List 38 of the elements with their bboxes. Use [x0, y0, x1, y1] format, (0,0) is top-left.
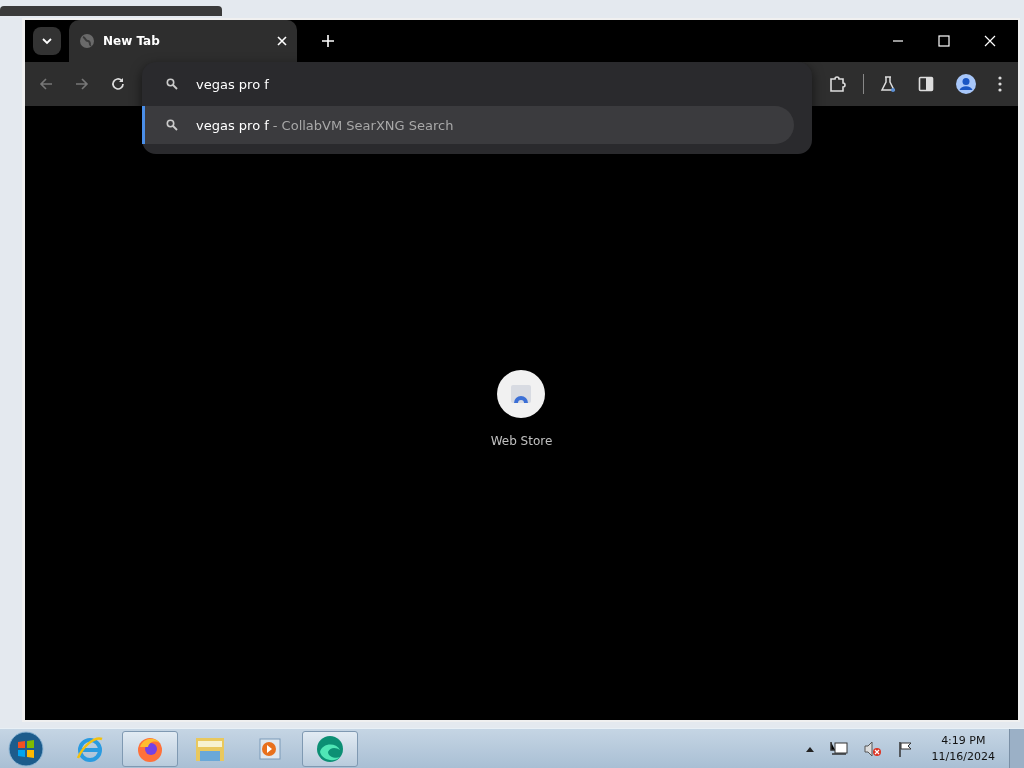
browser-tab[interactable]: New Tab: [69, 20, 297, 62]
speaker-muted-icon[interactable]: [863, 740, 882, 757]
extensions-icon[interactable]: [829, 76, 847, 92]
taskbar-button[interactable]: [122, 730, 178, 767]
store-icon: [510, 383, 533, 405]
menu-icon[interactable]: [998, 76, 1002, 92]
show-hidden-icons-arrow[interactable]: [805, 745, 814, 752]
suggestion-source: - CollabVM SearXNG Search: [272, 117, 454, 133]
show-desktop-button[interactable]: [1009, 728, 1024, 768]
shortcut-label: Web Store: [490, 434, 553, 448]
clock-time: 4:19 PM: [941, 732, 986, 749]
new-tab-icon[interactable]: [322, 35, 334, 47]
wave-circle-icon: [315, 733, 345, 764]
reload-icon[interactable]: [111, 77, 125, 91]
tab-search-button[interactable]: [33, 27, 61, 55]
forward-arrow-icon[interactable]: [75, 77, 89, 91]
web-store-shortcut[interactable]: [497, 370, 546, 418]
maximize-icon[interactable]: [938, 35, 950, 47]
suggestion-item[interactable]: vegas pro f - CollabVM SearXNG Search: [142, 106, 794, 144]
back-arrow-icon[interactable]: [39, 77, 53, 91]
clock[interactable]: 4:19 PM 11/16/2024: [931, 732, 995, 765]
close-tab-icon[interactable]: [277, 36, 287, 46]
close-icon[interactable]: [984, 35, 996, 47]
search-icon: [166, 78, 178, 90]
media-player-icon: [258, 736, 282, 761]
network-icon[interactable]: [829, 740, 848, 757]
profile-avatar-icon[interactable]: [956, 74, 976, 94]
taskbar-button[interactable]: [302, 730, 358, 767]
search-icon: [166, 119, 178, 131]
chevron-down-icon: [41, 35, 53, 47]
flask-icon[interactable]: [880, 76, 896, 92]
clock-date: 11/16/2024: [931, 748, 995, 765]
suggestion-query: vegas pro f: [196, 117, 269, 133]
globe-icon: [79, 33, 95, 49]
start-button[interactable]: [8, 730, 44, 767]
flag-icon[interactable]: [897, 740, 914, 757]
side-panel-icon[interactable]: [918, 76, 934, 92]
tab-title: New Tab: [103, 34, 161, 48]
